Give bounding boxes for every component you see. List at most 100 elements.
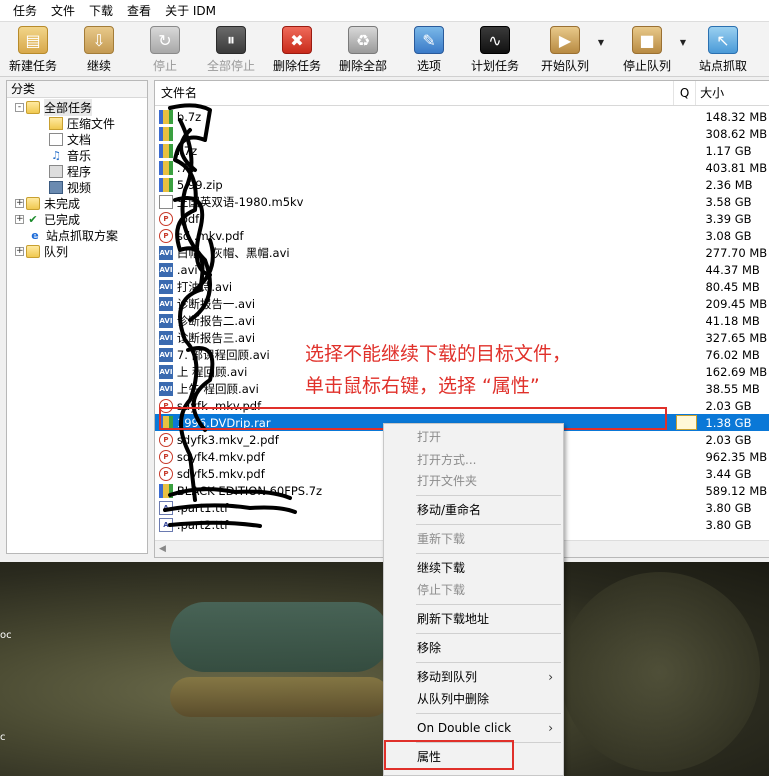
menu-item-refresh-address[interactable]: 刷新下载地址 [384, 608, 563, 630]
tree-item-all-tasks[interactable]: - 全部任务 [15, 98, 93, 116]
tree-item-compressed[interactable]: 压缩文件 [49, 115, 115, 131]
menu-item-remove-from-queue[interactable]: 从队列中删除 [384, 688, 563, 710]
queue-cell [676, 330, 698, 345]
menu-item-label: On Double click [417, 721, 512, 735]
menu-download[interactable]: 下载 [82, 0, 120, 22]
avi-file-icon: AVI [159, 330, 173, 345]
stop-queue-button[interactable]: ■ 停止队列 ▼ [610, 26, 686, 74]
avi-file-icon: AVI [159, 364, 173, 379]
table-row[interactable]: AVI 白帽、灰帽、黑帽.avi 277.70 MB [155, 244, 769, 261]
avi-file-icon: AVI [159, 347, 173, 362]
tree-item-documents[interactable]: 文档 [49, 131, 91, 147]
table-row[interactable]: AVI 诊断报告二.avi 41.18 MB [155, 312, 769, 329]
file-name-cell: sd .mkv.pdf [176, 228, 244, 243]
table-row[interactable]: .7z 403.81 MB [155, 159, 769, 176]
menu-item-remove[interactable]: 移除 [384, 637, 563, 659]
start-queue-label: 开始队列 [540, 59, 589, 73]
table-row[interactable]: AVI .avi 44.37 MB [155, 261, 769, 278]
queue-cell [676, 228, 698, 243]
queue-cell [676, 177, 698, 192]
table-row[interactable]: 王国英双语-1980.m5kv 3.58 GB [155, 193, 769, 210]
chevron-down-icon[interactable]: ▼ [598, 38, 604, 47]
delete-task-icon: ✖ [282, 26, 312, 54]
delete-task-button[interactable]: ✖ 删除任务 [264, 26, 330, 74]
finished-check-icon: ✔ [28, 212, 38, 226]
queue-cell [676, 364, 698, 379]
file-name-cell: 王国英双语-1980.m5kv [176, 194, 304, 209]
table-row[interactable]: AVI 诊断报告一.avi 209.45 MB [155, 295, 769, 312]
file-size-cell: 3.44 GB [705, 466, 752, 481]
file-name-cell: 5.99.zip [176, 177, 223, 192]
menu-item-redownload[interactable]: 重新下载 [384, 528, 563, 550]
tree-item-video[interactable]: 视频 [49, 179, 91, 195]
file-name-cell: .avi [176, 262, 198, 277]
column-header-q[interactable]: Q [674, 81, 697, 105]
menu-item-resume-download[interactable]: 继续下载 [384, 557, 563, 579]
tree-item-queues[interactable]: + 队列 [15, 243, 68, 259]
column-header-filename[interactable]: 文件名 [155, 81, 675, 105]
resume-label: 继续 [86, 59, 111, 73]
file-size-cell: 41.18 MB [705, 313, 760, 328]
scheduler-icon: ∿ [480, 26, 510, 54]
tree-item-finished[interactable]: + ✔ 已完成 [15, 211, 80, 227]
table-row[interactable]: b.7z 148.32 MB [155, 108, 769, 125]
stop-button[interactable]: ↻ 停止 [132, 26, 198, 74]
expand-icon[interactable]: + [15, 214, 24, 224]
expand-icon[interactable]: + [15, 246, 24, 256]
tree-item-label: 队列 [44, 244, 69, 259]
menu-item-stop-download[interactable]: 停止下载 [384, 579, 563, 601]
table-row[interactable]: l.7z 1.17 GB [155, 142, 769, 159]
table-row[interactable]: P .pdf 3.39 GB [155, 210, 769, 227]
expand-icon[interactable]: + [15, 198, 24, 208]
file-name-cell: 打油诗.avi [176, 279, 233, 294]
options-button[interactable]: ✎ 选项 [396, 26, 462, 74]
tree-item-unfinished[interactable]: + 未完成 [15, 195, 80, 211]
tree-item-site-grabber[interactable]: e 站点抓取方案 [28, 227, 118, 243]
menu-item-label: 移动到队列 [417, 670, 478, 684]
background-shape [170, 677, 390, 717]
instruction-annotation: 选择不能继续下载的目标文件， 单击鼠标右键，选择 “属性” [305, 338, 571, 402]
collapse-icon[interactable]: - [15, 102, 24, 112]
menu-item-open-folder[interactable]: 打开文件夹 [384, 470, 563, 492]
menu-item-on-double-click[interactable]: On Double click › [384, 717, 563, 739]
video-icon [49, 180, 63, 194]
menu-about[interactable]: 关于 IDM [158, 0, 223, 22]
edge-text: c [0, 732, 6, 743]
scheduler-button[interactable]: ∿ 计划任务 [462, 26, 528, 74]
stop-all-button[interactable]: ⏸ 全部停止 [198, 26, 264, 74]
table-row[interactable]: AVI 打油诗.avi 80.45 MB [155, 278, 769, 295]
menu-item-open[interactable]: 打开 [384, 426, 563, 448]
menu-item-move-rename[interactable]: 移动/重命名 [384, 499, 563, 521]
queue-cell [676, 432, 698, 447]
tree-item-label: 视频 [67, 180, 92, 195]
menu-tasks[interactable]: 任务 [6, 0, 44, 22]
column-header-size[interactable]: 大小 [696, 81, 769, 105]
start-queue-button[interactable]: ▶ 开始队列 ▼ [528, 26, 604, 74]
pdf-file-icon: P [159, 466, 173, 481]
queue-folder-icon [26, 244, 40, 258]
table-row[interactable]: 308.62 MB [155, 125, 769, 142]
tree-item-label: 全部任务 [44, 98, 93, 116]
chevron-down-icon[interactable]: ▼ [680, 38, 686, 47]
new-task-button[interactable]: ▤ 新建任务 [0, 26, 66, 74]
site-grabber-button[interactable]: ↖ 站点抓取 [690, 26, 756, 74]
annotation-line-1: 选择不能继续下载的目标文件， [305, 343, 572, 365]
tree-item-programs[interactable]: 程序 [49, 163, 91, 179]
tree-item-music[interactable]: ♫ 音乐 [49, 147, 91, 163]
start-queue-icon: ▶ [550, 26, 580, 54]
file-size-cell: 2.03 GB [705, 398, 752, 413]
menu-view[interactable]: 查看 [120, 0, 158, 22]
table-row[interactable]: 5.99.zip 2.36 MB [155, 176, 769, 193]
queue-cell [676, 109, 698, 124]
queue-cell [676, 160, 698, 175]
pdf-file-icon: P [159, 449, 173, 464]
delete-all-button[interactable]: ♻ 删除全部 [330, 26, 396, 74]
resume-button[interactable]: ⇩ 继续 [66, 26, 132, 74]
menu-item-move-to-queue[interactable]: 移动到队列 › [384, 666, 563, 688]
folder-open-icon [26, 100, 40, 114]
table-row[interactable]: Psd .mkv.pdf 3.08 GB [155, 227, 769, 244]
menu-file[interactable]: 文件 [44, 0, 82, 22]
menu-item-open-with[interactable]: 打开方式... [384, 449, 563, 471]
scroll-left-icon[interactable]: ◀ [159, 544, 166, 554]
pdf-file-icon: P [159, 228, 173, 243]
